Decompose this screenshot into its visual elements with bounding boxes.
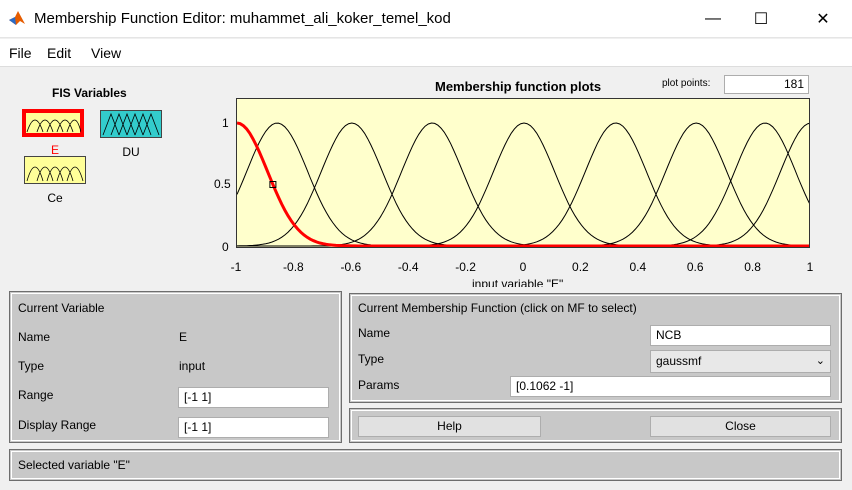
variable-box-du[interactable]	[100, 110, 162, 138]
close-window-button[interactable]: ✕	[800, 0, 846, 38]
plot-points-input[interactable]: 181	[724, 75, 809, 94]
x-axis-label: input variable "E"	[472, 277, 564, 287]
display-range-input[interactable]: [-1 1]	[178, 417, 329, 438]
window-title: Membership Function Editor: muhammet_ali…	[34, 10, 451, 27]
mf-name-label: Name	[358, 326, 391, 340]
x-tick-label: 0.6	[686, 260, 704, 274]
matlab-icon	[9, 11, 25, 25]
menu-file[interactable]: File	[9, 45, 32, 61]
mf-curve-pb[interactable]	[237, 122, 810, 247]
current-variable-title: Current Variable	[18, 301, 105, 315]
mf-curve-nk[interactable]	[237, 122, 810, 247]
x-tick-label: 0.4	[629, 260, 647, 274]
close-button[interactable]: Close	[650, 416, 831, 437]
variable-name-value: E	[179, 330, 188, 344]
range-label: Range	[18, 388, 54, 402]
mf-plot[interactable]	[236, 98, 810, 248]
x-tick-label: -0.6	[340, 260, 362, 274]
variable-type-label: Type	[18, 359, 45, 373]
mf-curve-nb[interactable]	[237, 122, 810, 247]
variable-type-value: input	[179, 359, 206, 373]
mf-plot-svg[interactable]	[237, 99, 810, 248]
x-tick-label: 1	[806, 260, 814, 274]
menu-bar: File Edit View	[0, 39, 852, 67]
mf-curve-s[interactable]	[237, 122, 810, 247]
params-label: Params	[358, 378, 400, 392]
variable-label-e: E	[50, 143, 59, 157]
mf-thumbnail-icon	[102, 112, 160, 136]
menu-view[interactable]: View	[91, 45, 121, 61]
menu-edit[interactable]: Edit	[47, 45, 71, 61]
mf-type-label: Type	[358, 352, 385, 366]
current-mf-title: Current Membership Function (click on MF…	[358, 301, 637, 315]
x-tick-label: 0.8	[744, 260, 761, 274]
mf-curve-ncb[interactable]	[237, 121, 810, 247]
chevron-down-icon: ⌄	[815, 355, 825, 367]
variable-label-ce: Ce	[47, 191, 63, 205]
mf-type-value: gaussmf	[656, 354, 702, 368]
variable-box-e[interactable]	[22, 109, 84, 137]
x-tick-label: 0	[519, 260, 527, 274]
current-variable-panel: Current Variable Name E Type input Range…	[9, 291, 342, 443]
minimize-button[interactable]: —	[690, 0, 736, 38]
current-mf-panel: Current Membership Function (click on MF…	[349, 293, 842, 403]
x-tick-label: -1	[230, 260, 242, 274]
fis-variables-title: FIS Variables	[52, 86, 127, 100]
mf-thumbnail-icon	[26, 166, 84, 182]
mf-curve-pk[interactable]	[237, 122, 810, 247]
x-tick-label: -0.8	[283, 260, 304, 274]
button-panel: Help Close	[349, 408, 842, 443]
display-range-label: Display Range	[18, 418, 97, 432]
variable-name-label: Name	[18, 330, 51, 344]
maximize-button[interactable]: ☐	[738, 0, 784, 38]
title-bar: Membership Function Editor: muhammet_ali…	[0, 0, 852, 38]
help-button[interactable]: Help	[358, 416, 541, 437]
mf-type-select[interactable]: gaussmf ⌄	[650, 350, 831, 373]
y-tick-label: 0	[222, 240, 229, 254]
params-input[interactable]: [0.1062 -1]	[510, 376, 831, 397]
mf-name-input[interactable]: NCB	[650, 325, 831, 346]
mf-thumbnail-icon	[26, 119, 81, 133]
plot-points-label: plot points:	[662, 78, 711, 89]
mf-curve-no[interactable]	[237, 122, 810, 247]
plot-title: Membership function plots	[435, 79, 602, 94]
mf-curve-po[interactable]	[237, 122, 810, 247]
range-input[interactable]: [-1 1]	[178, 387, 329, 408]
y-tick-label: 0.5	[214, 177, 231, 191]
x-tick-label: -0.2	[455, 260, 476, 274]
variable-box-ce[interactable]	[24, 156, 86, 184]
status-panel: Selected variable "E"	[9, 449, 842, 481]
x-tick-label: -0.4	[397, 260, 419, 274]
x-tick-label: 0.2	[572, 260, 589, 274]
y-tick-label: 1	[222, 116, 229, 130]
variable-label-du: DU	[122, 145, 140, 159]
mf-curve-pcb[interactable]	[237, 122, 810, 247]
status-text: Selected variable "E"	[18, 458, 130, 472]
